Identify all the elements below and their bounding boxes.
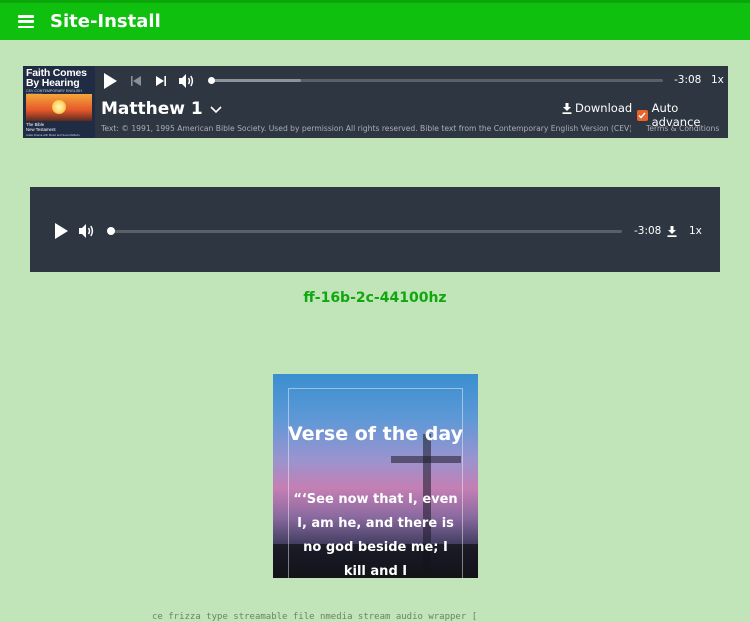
cover-note: Audio Drama with Music and Sound Effects <box>26 133 80 137</box>
bible-player: Faith Comes By Hearing CEV CONTEMPORARY … <box>23 66 728 138</box>
checkmark-icon <box>638 112 646 119</box>
progress-bar[interactable] <box>211 79 663 82</box>
time-remaining: -3:08 <box>674 74 702 86</box>
audio-player: -3:08 1x <box>30 187 720 272</box>
audio-time-remaining: -3:08 <box>634 225 662 237</box>
download-icon <box>562 102 572 114</box>
top-bar: Site-Install <box>0 0 750 40</box>
chevron-down-icon <box>210 106 222 114</box>
audio-progress-handle[interactable] <box>107 227 115 235</box>
buffer-bar <box>211 79 302 82</box>
chapter-selector[interactable]: Matthew 1 <box>101 99 222 119</box>
audio-speed-button[interactable]: 1x <box>689 225 702 237</box>
code-snippet: ce frizza type streamable file nmedia st… <box>152 612 478 622</box>
volume-icon[interactable] <box>79 224 95 238</box>
menu-icon[interactable] <box>18 15 34 28</box>
play-icon[interactable] <box>103 73 117 89</box>
cover-book: The Bible New Testament <box>26 122 56 132</box>
chapter-name: Matthew 1 <box>101 99 203 119</box>
site-title[interactable]: Site-Install <box>50 11 161 32</box>
verse-title: Verse of the day <box>288 423 463 445</box>
playback-speed-button[interactable]: 1x <box>711 74 724 86</box>
terms-link[interactable]: Terms & Conditions <box>646 124 719 133</box>
album-cover: Faith Comes By Hearing CEV CONTEMPORARY … <box>23 66 95 138</box>
cover-title: Faith Comes By Hearing <box>26 67 87 89</box>
next-track-icon[interactable] <box>156 76 166 86</box>
file-format-label: ff-16b-2c-44100hz <box>303 290 447 306</box>
previous-track-icon[interactable] <box>131 76 141 86</box>
download-label: Download <box>575 101 633 115</box>
download-icon[interactable] <box>667 226 677 237</box>
play-icon[interactable] <box>54 223 68 239</box>
volume-icon[interactable] <box>179 74 195 88</box>
copyright-text: Text: © 1991, 1995 American Bible Societ… <box>101 124 631 133</box>
progress-handle[interactable] <box>208 77 215 84</box>
cover-sunset-image <box>26 94 92 121</box>
download-button[interactable]: Download <box>562 101 632 115</box>
verse-text: “‘See now that I, even I, am he, and the… <box>293 492 458 578</box>
auto-advance-checkbox[interactable] <box>637 109 648 121</box>
verse-of-the-day-card[interactable]: Verse of the day “‘See now that I, even … <box>273 374 478 578</box>
audio-progress-bar[interactable] <box>111 230 622 233</box>
